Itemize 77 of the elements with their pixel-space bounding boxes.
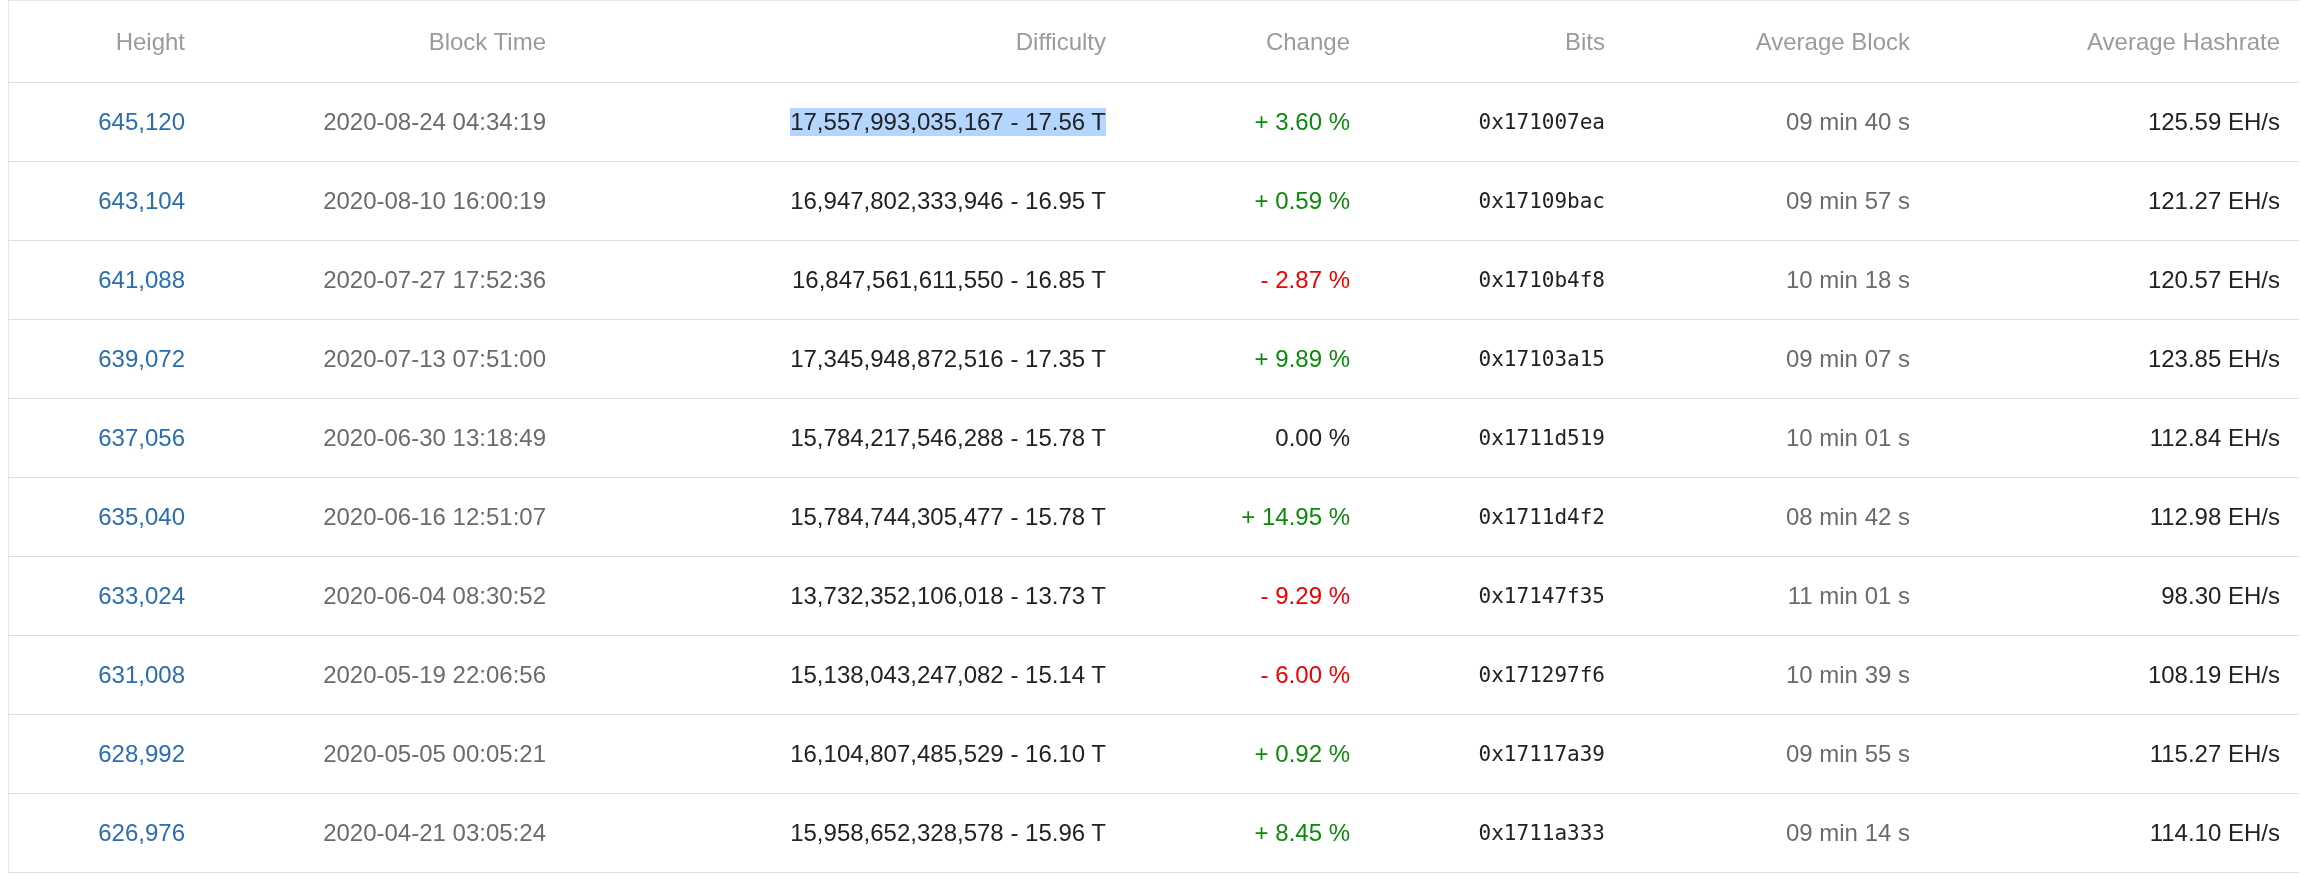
difficulty-cell: 17,345,948,872,516 - 17.35 T <box>790 345 1106 373</box>
block-time-cell: 2020-05-19 22:06:56 <box>323 661 546 689</box>
block-height-link[interactable]: 633,024 <box>98 582 185 610</box>
column-header: Average Hashrate <box>2087 27 2280 56</box>
difficulty-cell: 15,784,744,305,477 - 15.78 T <box>790 503 1106 531</box>
block-time-cell: 2020-08-24 04:34:19 <box>323 108 546 136</box>
change-cell: + 14.95 % <box>1241 503 1350 531</box>
block-time-cell: 2020-08-10 16:00:19 <box>323 187 546 215</box>
bits-cell: 0x17109bac <box>1478 189 1605 213</box>
average-block-cell: 11 min 01 s <box>1787 582 1910 610</box>
change-cell: + 3.60 % <box>1254 108 1350 136</box>
column-header: Average Block <box>1755 27 1910 56</box>
block-height-link[interactable]: 628,992 <box>98 740 185 768</box>
bits-cell: 0x17103a15 <box>1478 347 1605 371</box>
column-header: Height <box>115 27 185 56</box>
change-cell: + 0.59 % <box>1254 187 1350 215</box>
column-header: Change <box>1265 27 1350 56</box>
average-block-cell: 09 min 55 s <box>1785 740 1910 768</box>
bits-cell: 0x17117a39 <box>1478 742 1605 766</box>
average-hashrate-cell: 98.30 EH/s <box>2161 582 2280 610</box>
column-header: Block Time <box>428 27 546 56</box>
average-hashrate-cell: 125.59 EH/s <box>2147 108 2280 136</box>
difficulty-cell: 16,947,802,333,946 - 16.95 T <box>790 187 1106 215</box>
block-time-cell: 2020-06-30 13:18:49 <box>323 424 546 452</box>
block-time-cell: 2020-06-04 08:30:52 <box>323 582 546 610</box>
average-block-cell: 09 min 40 s <box>1785 108 1910 136</box>
change-cell: - 6.00 % <box>1260 661 1350 689</box>
change-cell: - 2.87 % <box>1260 266 1350 294</box>
average-hashrate-cell: 112.98 EH/s <box>2149 503 2280 531</box>
bits-cell: 0x171007ea <box>1478 110 1605 134</box>
difficulty-cell: 15,784,217,546,288 - 15.78 T <box>790 424 1106 452</box>
average-hashrate-cell: 120.57 EH/s <box>2147 266 2280 294</box>
block-height-link[interactable]: 631,008 <box>98 661 185 689</box>
column-header: Bits <box>1565 27 1605 56</box>
block-height-link[interactable]: 626,976 <box>98 819 185 847</box>
average-block-cell: 10 min 01 s <box>1785 424 1910 452</box>
change-cell: + 9.89 % <box>1254 345 1350 373</box>
block-time-cell: 2020-07-27 17:52:36 <box>323 266 546 294</box>
average-hashrate-cell: 115.27 EH/s <box>2149 740 2280 768</box>
block-time-cell: 2020-04-21 03:05:24 <box>323 819 546 847</box>
change-cell: + 8.45 % <box>1254 819 1350 847</box>
average-block-cell: 09 min 57 s <box>1785 187 1910 215</box>
block-time-cell: 2020-07-13 07:51:00 <box>323 345 546 373</box>
block-time-cell: 2020-06-16 12:51:07 <box>323 503 546 531</box>
block-height-link[interactable]: 637,056 <box>98 424 185 452</box>
bits-cell: 0x1711a333 <box>1478 821 1605 845</box>
bits-cell: 0x1710b4f8 <box>1478 268 1605 292</box>
average-block-cell: 09 min 14 s <box>1785 819 1910 847</box>
average-hashrate-cell: 123.85 EH/s <box>2147 345 2280 373</box>
difficulty-cell: 16,847,561,611,550 - 16.85 T <box>791 266 1106 294</box>
change-cell: - 9.29 % <box>1260 582 1350 610</box>
difficulty-cell: 13,732,352,106,018 - 13.73 T <box>790 582 1106 610</box>
average-block-cell: 09 min 07 s <box>1785 345 1910 373</box>
block-height-link[interactable]: 645,120 <box>98 108 185 136</box>
change-cell: 0.00 % <box>1275 424 1350 452</box>
block-height-link[interactable]: 635,040 <box>98 503 185 531</box>
average-hashrate-cell: 112.84 EH/s <box>2149 424 2280 452</box>
block-time-cell: 2020-05-05 00:05:21 <box>323 740 546 768</box>
average-block-cell: 10 min 18 s <box>1785 266 1910 294</box>
difficulty-cell: 15,958,652,328,578 - 15.96 T <box>790 819 1106 847</box>
average-hashrate-cell: 114.10 EH/s <box>2149 819 2280 847</box>
bits-cell: 0x171297f6 <box>1478 663 1605 687</box>
bits-cell: 0x1711d4f2 <box>1478 505 1605 529</box>
bits-cell: 0x1711d519 <box>1478 426 1605 450</box>
average-hashrate-cell: 121.27 EH/s <box>2147 187 2280 215</box>
difficulty-cell: 17,557,993,035,167 - 17.56 T <box>790 108 1106 136</box>
difficulty-cell: 16,104,807,485,529 - 16.10 T <box>790 740 1106 768</box>
block-height-link[interactable]: 639,072 <box>98 345 185 373</box>
average-hashrate-cell: 108.19 EH/s <box>2147 661 2280 689</box>
column-header: Difficulty <box>1015 27 1106 56</box>
average-block-cell: 10 min 39 s <box>1785 661 1910 689</box>
change-cell: + 0.92 % <box>1254 740 1350 768</box>
difficulty-cell: 15,138,043,247,082 - 15.14 T <box>790 661 1106 689</box>
block-height-link[interactable]: 643,104 <box>98 187 185 215</box>
bits-cell: 0x17147f35 <box>1478 584 1605 608</box>
average-block-cell: 08 min 42 s <box>1785 503 1910 531</box>
block-height-link[interactable]: 641,088 <box>98 266 185 294</box>
